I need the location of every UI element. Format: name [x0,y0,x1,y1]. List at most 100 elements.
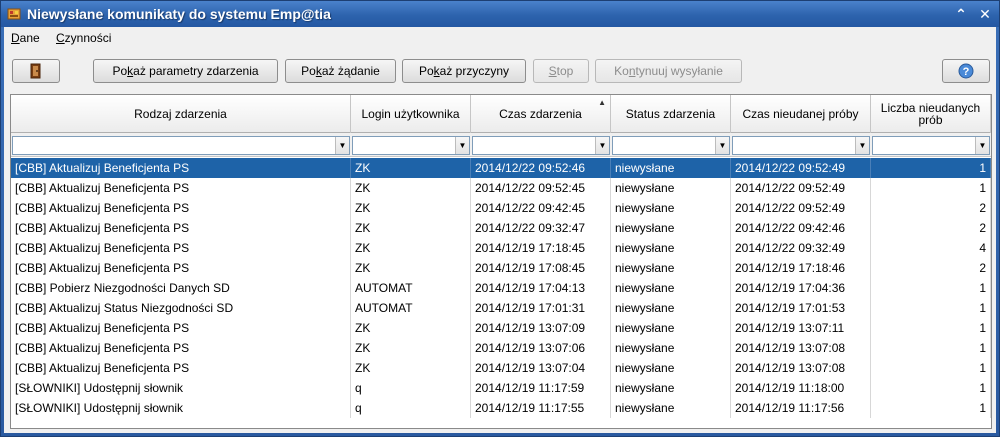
dropdown-arrow-icon[interactable]: ▼ [455,137,469,154]
dropdown-arrow-icon[interactable]: ▼ [335,137,349,154]
cell-event-status: niewysłane [611,358,731,378]
main-window: Niewysłane komunikaty do systemu Emp@tia… [0,0,1000,437]
cell-user-login: q [351,398,471,418]
table-row[interactable]: [CBB] Aktualizuj Beneficjenta PS ZK 2014/1… [11,198,991,218]
cell-user-login: ZK [351,238,471,258]
chevron-up-icon: ⌃ [955,6,967,22]
column-header-user-login[interactable]: Login użytkownika [351,95,471,133]
cell-event-type: [CBB] Aktualizuj Beneficjenta PS [11,178,351,198]
table-row[interactable]: [CBB] Aktualizuj Beneficjenta PS ZK 2014/1… [11,358,991,378]
cell-event-type: [CBB] Pobierz Niezgodności Danych SD [11,278,351,298]
dropdown-arrow-icon[interactable]: ▼ [855,137,869,154]
cell-failed-attempt-count: 1 [871,338,991,358]
cell-event-type: [CBB] Aktualizuj Beneficjenta PS [11,258,351,278]
cell-failed-attempt-count: 1 [871,158,991,178]
sort-ascending-icon: ▲ [598,98,606,107]
filter-failed-attempt-count[interactable]: ▼ [872,136,990,155]
filter-event-time[interactable]: ▼ [472,136,610,155]
cell-failed-attempt-count: 1 [871,318,991,338]
window-client-area: Dane Czynności Pokaż parametry zdarzenia… [4,27,996,433]
table-row[interactable]: [CBB] Aktualizuj Beneficjenta PS ZK 2014/1… [11,218,991,238]
cell-failed-attempt-count: 2 [871,198,991,218]
cell-user-login: ZK [351,318,471,338]
cell-failed-attempt-count: 1 [871,398,991,418]
column-header-failed-attempt-time[interactable]: Czas nieudanej próby [731,95,871,133]
window-title: Niewysłane komunikaty do systemu Emp@tia [27,6,331,22]
cell-failed-attempt-time: 2014/12/22 09:52:49 [731,158,871,178]
cell-event-type: [SŁOWNIKI] Udostępnij słownik [11,398,351,418]
cell-failed-attempt-count: 4 [871,238,991,258]
column-header-event-status[interactable]: Status zdarzenia [611,95,731,133]
cell-event-time: 2014/12/19 11:17:55 [471,398,611,418]
close-icon: ✕ [979,6,991,22]
filter-event-type[interactable]: ▼ [12,136,350,155]
dropdown-arrow-icon[interactable]: ▼ [715,137,729,154]
show-reasons-button[interactable]: Pokaż przyczyny [402,59,526,83]
messages-grid[interactable]: Rodzaj zdarzenia Login użytkownika Czas … [10,94,992,429]
cell-failed-attempt-count: 2 [871,218,991,238]
table-row[interactable]: [CBB] Aktualizuj Status Niezgodności SD A… [11,298,991,318]
cell-event-status: niewysłane [611,298,731,318]
table-row[interactable]: [CBB] Aktualizuj Beneficjenta PS ZK 2014/1… [11,338,991,358]
menu-bar: Dane Czynności [4,27,996,49]
filter-event-status[interactable]: ▼ [612,136,730,155]
cell-event-type: [CBB] Aktualizuj Beneficjenta PS [11,358,351,378]
cell-event-status: niewysłane [611,318,731,338]
title-bar[interactable]: Niewysłane komunikaty do systemu Emp@tia… [1,1,999,27]
table-row[interactable]: [CBB] Aktualizuj Beneficjenta PS ZK 2014/1… [11,238,991,258]
column-header-failed-attempt-count[interactable]: Liczba nieudanych prób [871,95,991,133]
filter-user-login[interactable]: ▼ [352,136,470,155]
cell-failed-attempt-time: 2014/12/19 17:18:46 [731,258,871,278]
cell-event-status: niewysłane [611,218,731,238]
cell-failed-attempt-count: 1 [871,178,991,198]
table-row[interactable]: [CBB] Aktualizuj Beneficjenta PS ZK 2014/1… [11,258,991,278]
help-icon: ? [958,63,974,79]
cell-event-status: niewysłane [611,238,731,258]
cell-event-time: 2014/12/19 17:18:45 [471,238,611,258]
table-row[interactable]: [CBB] Aktualizuj Beneficjenta PS ZK 2014/1… [11,158,991,178]
cell-user-login: AUTOMAT [351,278,471,298]
cell-event-status: niewysłane [611,178,731,198]
cell-failed-attempt-time: 2014/12/19 13:07:08 [731,338,871,358]
filter-failed-attempt-time[interactable]: ▼ [732,136,870,155]
cell-user-login: ZK [351,258,471,278]
cell-event-status: niewysłane [611,278,731,298]
table-row[interactable]: [SŁOWNIKI] Udostępnij słownik q 2014/12/19… [11,378,991,398]
stop-button[interactable]: Stop [533,59,589,83]
menu-czynnosci[interactable]: Czynności [56,31,111,45]
column-header-event-time[interactable]: Czas zdarzenia ▲ [471,95,611,133]
cell-event-status: niewysłane [611,198,731,218]
cell-failed-attempt-time: 2014/12/19 17:01:53 [731,298,871,318]
cell-event-time: 2014/12/19 17:08:45 [471,258,611,278]
table-row[interactable]: [CBB] Aktualizuj Beneficjenta PS ZK 2014/1… [11,318,991,338]
cell-failed-attempt-time: 2014/12/19 11:18:00 [731,378,871,398]
table-row[interactable]: [SŁOWNIKI] Udostępnij słownik q 2014/12/19… [11,398,991,418]
cell-event-time: 2014/12/22 09:52:45 [471,178,611,198]
cell-event-type: [CBB] Aktualizuj Beneficjenta PS [11,238,351,258]
table-row[interactable]: [CBB] Aktualizuj Beneficjenta PS ZK 2014/1… [11,178,991,198]
exit-button[interactable] [12,59,60,83]
column-header-event-type[interactable]: Rodzaj zdarzenia [11,95,351,133]
cell-user-login: ZK [351,158,471,178]
menu-dane[interactable]: Dane [11,31,40,45]
cell-event-type: [CBB] Aktualizuj Beneficjenta PS [11,198,351,218]
continue-sending-button[interactable]: Kontynuuj wysyłanie [595,59,742,83]
close-button[interactable]: ✕ [975,5,995,23]
help-button[interactable]: ? [942,59,990,83]
cell-event-time: 2014/12/22 09:32:47 [471,218,611,238]
show-event-parameters-button[interactable]: Pokaż parametry zdarzenia [93,59,278,83]
cell-failed-attempt-count: 1 [871,358,991,378]
cell-event-status: niewysłane [611,158,731,178]
cell-event-type: [CBB] Aktualizuj Beneficjenta PS [11,158,351,178]
dropdown-arrow-icon[interactable]: ▼ [975,137,989,154]
show-request-button[interactable]: Pokaż żądanie [285,59,396,83]
collapse-button[interactable]: ⌃ [951,5,971,23]
table-row[interactable]: [CBB] Pobierz Niezgodności Danych SD AUTO… [11,278,991,298]
cell-user-login: ZK [351,358,471,378]
cell-event-status: niewysłane [611,338,731,358]
cell-failed-attempt-time: 2014/12/19 13:07:08 [731,358,871,378]
cell-event-time: 2014/12/19 17:01:31 [471,298,611,318]
cell-failed-attempt-time: 2014/12/22 09:42:46 [731,218,871,238]
dropdown-arrow-icon[interactable]: ▼ [595,137,609,154]
cell-event-status: niewysłane [611,258,731,278]
